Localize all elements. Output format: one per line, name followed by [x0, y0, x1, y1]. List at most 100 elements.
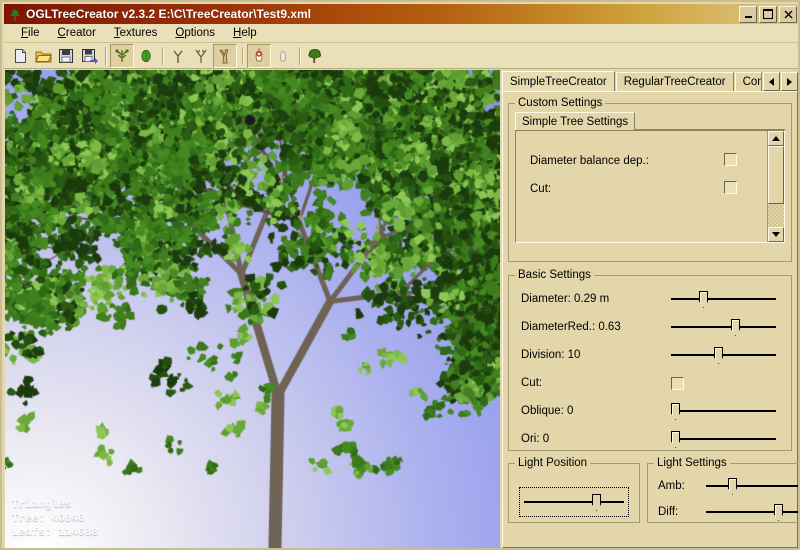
- window-controls: [739, 6, 800, 23]
- stats-heading: Triangles: [12, 499, 71, 511]
- open-folder-icon[interactable]: [32, 45, 54, 67]
- scroll-down-button[interactable]: [768, 227, 784, 242]
- row-diff: Diff:: [654, 499, 800, 525]
- chevron-up-icon: [772, 136, 780, 141]
- light-on-icon[interactable]: [247, 44, 271, 68]
- custom-settings-tab-strip: Simple Tree Settings: [515, 113, 785, 130]
- tab-scroll-right-button[interactable]: [781, 72, 798, 91]
- close-button[interactable]: [779, 6, 797, 23]
- slider-track: [671, 326, 776, 328]
- slider-thumb[interactable]: [774, 504, 783, 521]
- slider-ori[interactable]: [671, 429, 776, 449]
- slider-thumb[interactable]: [592, 494, 601, 511]
- row-cut: Cut:: [515, 369, 785, 397]
- tree-icon[interactable]: [110, 44, 134, 68]
- tab-simple-tree-creator[interactable]: SimpleTreeCreator: [502, 71, 615, 91]
- settings-panel: SimpleTreeCreator RegularTreeCreator Com…: [502, 72, 798, 548]
- slider-thumb[interactable]: [671, 431, 680, 448]
- field-custom-cut: Cut:: [530, 175, 767, 203]
- title-bar: OGLTreeCreator v2.3.2 E:\C\TreeCreator\T…: [4, 4, 800, 24]
- slider-diameter[interactable]: [671, 289, 776, 309]
- menu-item-textures[interactable]: Textures: [105, 25, 166, 41]
- leaf-icon[interactable]: [135, 45, 157, 67]
- tab-simple-tree-creator-label: SimpleTreeCreator: [510, 76, 607, 88]
- light-groups-row: Light Position Light Settings Amb:: [508, 457, 792, 523]
- toolbar: [4, 43, 800, 69]
- checkbox-diameter-balance-dep[interactable]: [724, 153, 737, 166]
- slider-thumb[interactable]: [728, 478, 737, 495]
- maximize-button[interactable]: [759, 6, 777, 23]
- row-amb: Amb:: [654, 473, 800, 499]
- field-custom-cut-label: Cut:: [530, 183, 551, 195]
- scrollbar-thumb[interactable]: [768, 146, 784, 204]
- menu-item-creator[interactable]: Creator: [49, 25, 105, 41]
- app-tree-icon: [7, 6, 23, 22]
- label-division: Division: 10: [521, 349, 671, 361]
- light-position-group: Light Position: [508, 457, 640, 523]
- toolbar-separator: [299, 47, 300, 65]
- light-settings-legend: Light Settings: [654, 457, 730, 469]
- slider-diameter-red[interactable]: [671, 317, 776, 337]
- tab-strip-rest: [645, 113, 785, 130]
- tab-simple-tree-settings[interactable]: Simple Tree Settings: [515, 112, 635, 130]
- custom-settings-scroll-area: Diameter balance dep.: Cut:: [515, 130, 785, 243]
- custom-settings-vertical-scrollbar[interactable]: [767, 131, 784, 242]
- creator-tab-strip: SimpleTreeCreator RegularTreeCreator Com…: [502, 72, 798, 91]
- branch-simple-icon[interactable]: [167, 45, 189, 67]
- menu-item-help[interactable]: Help: [224, 25, 266, 41]
- checkbox-cut[interactable]: [671, 377, 684, 390]
- scroll-up-button[interactable]: [768, 131, 784, 146]
- slider-division[interactable]: [671, 345, 776, 365]
- menu-item-options[interactable]: Options: [166, 25, 224, 41]
- slider-thumb[interactable]: [731, 319, 740, 336]
- scrollbar-track[interactable]: [768, 146, 784, 227]
- slider-amb[interactable]: [706, 476, 800, 496]
- save-icon[interactable]: [55, 45, 77, 67]
- slider-oblique[interactable]: [671, 401, 776, 421]
- toolbar-separator: [162, 47, 163, 65]
- menu-item-file-label: ile: [28, 27, 40, 39]
- custom-settings-group: Custom Settings Simple Tree Settings Dia…: [508, 97, 792, 262]
- toolbar-separator: [242, 47, 243, 65]
- trunk-icon[interactable]: [213, 44, 237, 68]
- save-as-icon[interactable]: [78, 45, 100, 67]
- slider-diff[interactable]: [706, 502, 800, 522]
- checkbox-custom-cut[interactable]: [724, 181, 737, 194]
- tab-scroll-left-button[interactable]: [763, 72, 780, 91]
- light-settings-group: Light Settings Amb: Diff:: [647, 457, 800, 523]
- slider-thumb[interactable]: [671, 403, 680, 420]
- slider-light-position[interactable]: [524, 493, 624, 511]
- new-file-icon[interactable]: [9, 45, 31, 67]
- label-ori: Ori: 0: [521, 433, 671, 445]
- render-tree-icon[interactable]: [304, 45, 326, 67]
- stats-tree-value: 40940: [52, 513, 85, 525]
- label-cut: Cut:: [521, 377, 671, 389]
- slider-thumb[interactable]: [714, 347, 723, 364]
- tab-simple-tree-settings-label: Simple Tree Settings: [522, 116, 628, 128]
- custom-settings-legend: Custom Settings: [515, 97, 605, 109]
- chevron-down-icon: [772, 232, 780, 237]
- 3d-viewport[interactable]: Triangles Tree: 40940 Leafs: 114688: [5, 70, 500, 548]
- tree-render-canvas[interactable]: [5, 70, 500, 548]
- label-diameter: Diameter: 0.29 m: [521, 293, 671, 305]
- row-oblique: Oblique: 0: [515, 397, 785, 425]
- stats-leafs-label: Leafs:: [12, 527, 52, 539]
- tab-complex1[interactable]: Complex1: [735, 72, 762, 91]
- light-position-legend: Light Position: [515, 457, 590, 469]
- application-window: OGLTreeCreator v2.3.2 E:\C\TreeCreator\T…: [0, 0, 800, 550]
- menu-item-file[interactable]: File: [12, 25, 49, 41]
- stats-leafs-value: 114688: [58, 527, 98, 539]
- tab-panel-body: Custom Settings Simple Tree Settings Dia…: [502, 91, 798, 548]
- tab-regular-tree-creator[interactable]: RegularTreeCreator: [616, 72, 734, 91]
- menu-bar: File Creator Textures Options Help: [4, 24, 800, 43]
- label-diff: Diff:: [658, 506, 706, 518]
- custom-settings-fields: Diameter balance dep.: Cut:: [516, 131, 767, 242]
- label-diameter-red: DiameterRed.: 0.63: [521, 321, 671, 333]
- light-off-icon[interactable]: [272, 45, 294, 67]
- chevron-right-icon: [787, 78, 792, 86]
- slider-thumb[interactable]: [699, 291, 708, 308]
- row-diameter-red: DiameterRed.: 0.63: [515, 313, 785, 341]
- minimize-button[interactable]: [739, 6, 757, 23]
- slider-track: [524, 501, 624, 503]
- branch-complex-icon[interactable]: [190, 45, 212, 67]
